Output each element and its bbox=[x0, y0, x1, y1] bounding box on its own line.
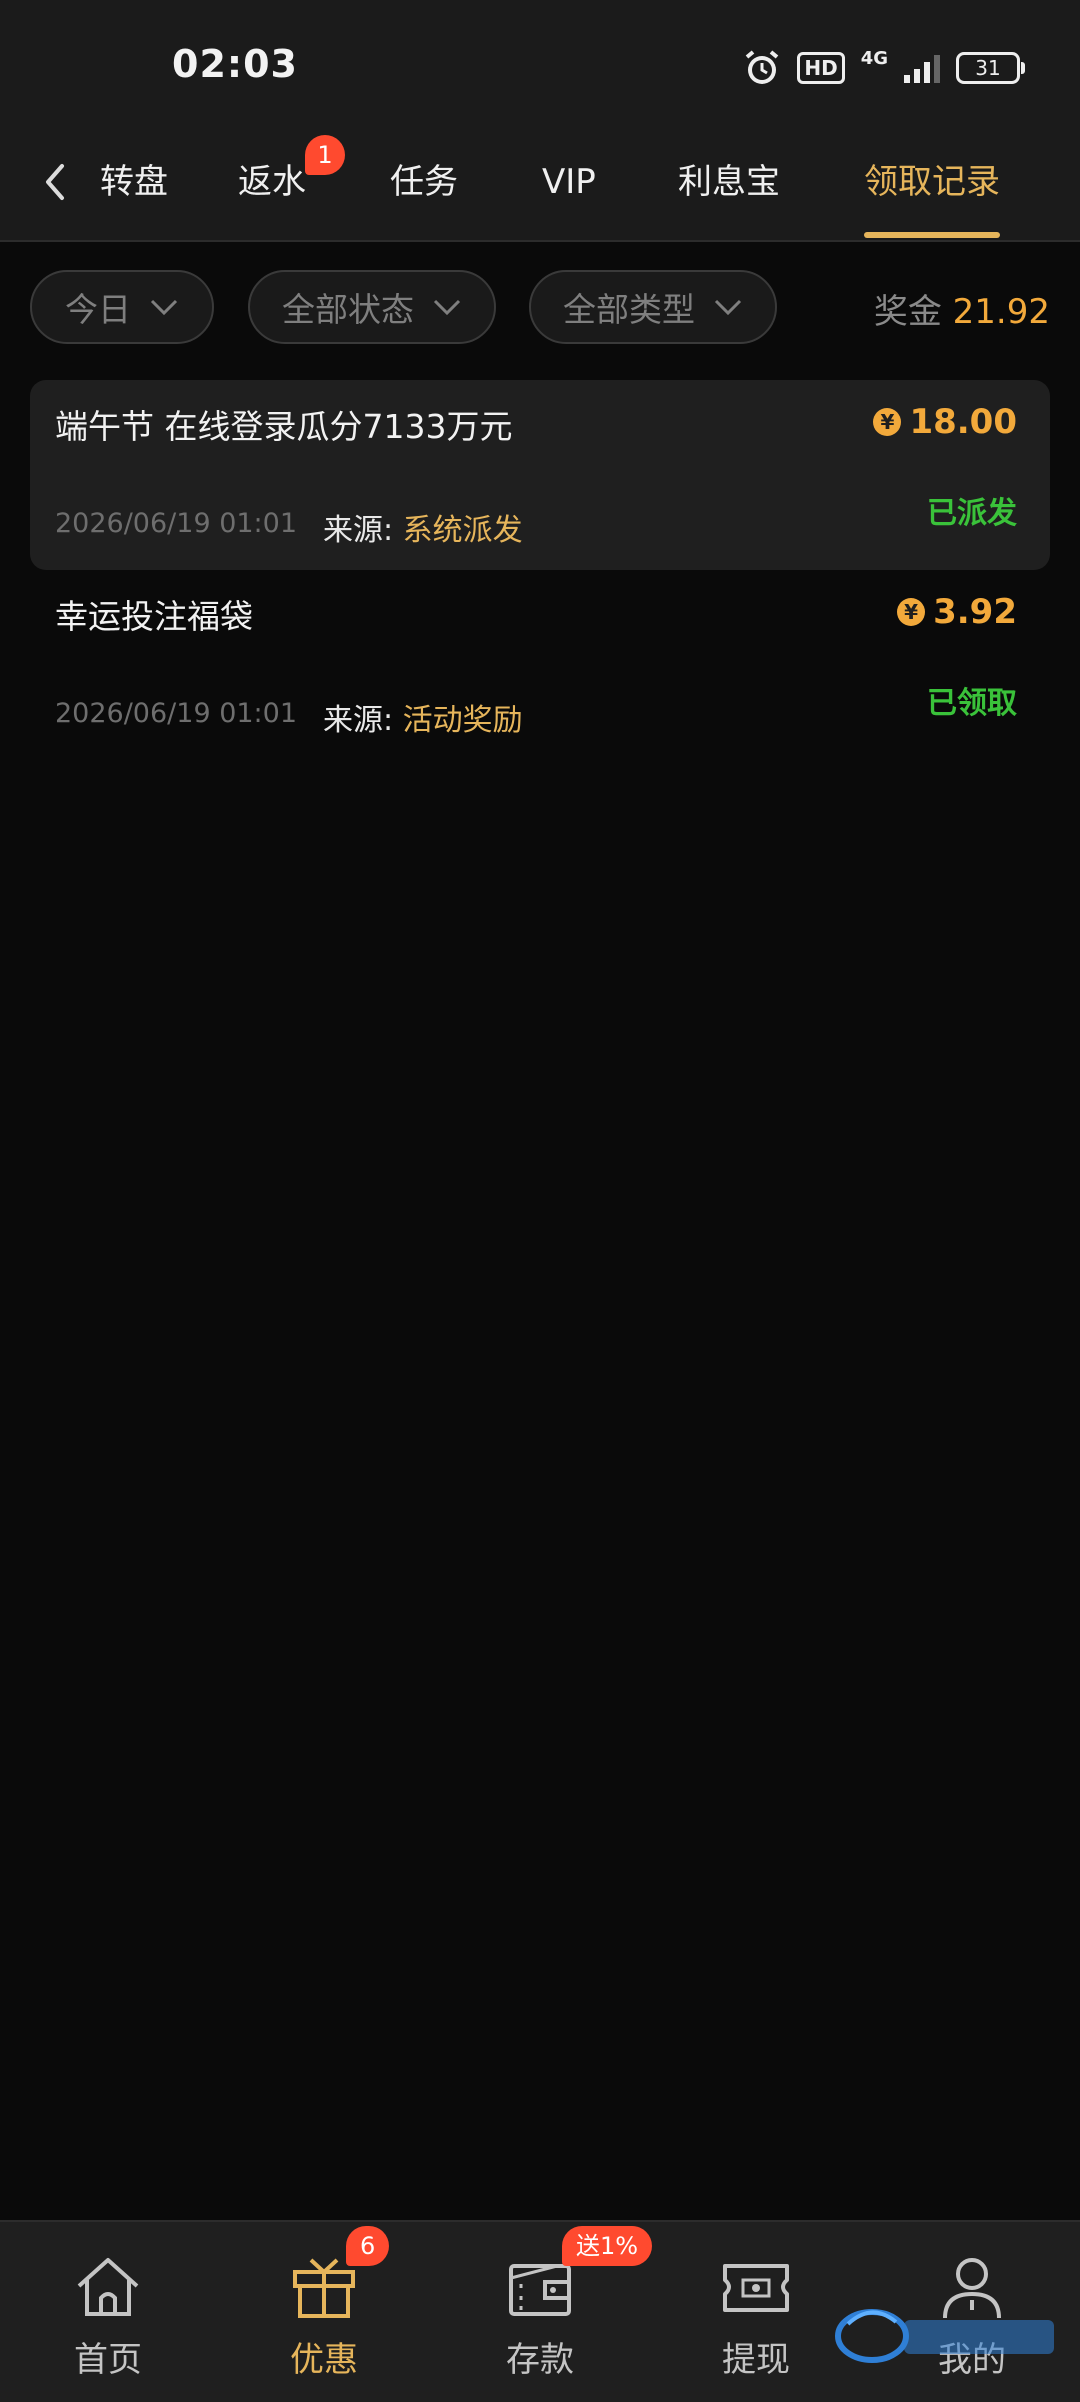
record-datetime: 2026/06/19 01:01 bbox=[55, 698, 298, 729]
nav-label: 首页 bbox=[74, 2340, 142, 2380]
status-time: 02:03 bbox=[172, 42, 298, 86]
chevron-down-icon bbox=[433, 299, 461, 316]
record-source-label: 来源: bbox=[323, 703, 394, 738]
tab-label: 任务 bbox=[390, 162, 458, 202]
tab-label: 利息宝 bbox=[678, 162, 780, 202]
alarm-icon bbox=[746, 50, 779, 84]
tab-label: VIP bbox=[542, 162, 596, 202]
record-source-label: 来源: bbox=[323, 513, 394, 548]
nav-label: 优惠 bbox=[290, 2340, 358, 2380]
signal-icon bbox=[904, 53, 940, 83]
status-bar: 02:03 HD 4G 31 bbox=[0, 0, 1080, 130]
status-icons: HD 4G 31 bbox=[743, 46, 1025, 90]
nav-label: 存款 bbox=[506, 2340, 574, 2380]
tab-rebate[interactable]: 返水 bbox=[238, 130, 306, 238]
ticket-icon bbox=[723, 2264, 789, 2312]
record-amount-value: 18.00 bbox=[909, 402, 1017, 442]
bonus-value: 21.92 bbox=[952, 292, 1050, 332]
tabs-bar: 转盘 返水 1 任务 VIP 利息宝 领取记录 bbox=[0, 130, 1080, 242]
nav-label: 提现 bbox=[722, 2340, 790, 2380]
hd-badge: HD bbox=[797, 52, 845, 84]
chevron-down-icon bbox=[714, 299, 742, 316]
status-filter-label: 全部状态 bbox=[282, 290, 414, 329]
nav-promotions[interactable]: 优惠 6 bbox=[216, 2222, 432, 2402]
back-icon[interactable] bbox=[30, 152, 80, 212]
record-status: 已领取 bbox=[927, 686, 1017, 721]
record-source: 来源: 活动奖励 bbox=[323, 695, 523, 739]
battery-level: 31 bbox=[975, 56, 1001, 80]
type-filter[interactable]: 全部类型 bbox=[529, 270, 777, 344]
record-amount: ¥ 3.92 bbox=[897, 592, 1017, 632]
chevron-down-icon bbox=[150, 299, 178, 316]
tab-label: 领取记录 bbox=[864, 162, 1000, 202]
tab-rebate-badge: 1 bbox=[305, 135, 345, 175]
battery-icon: 31 bbox=[956, 52, 1025, 84]
status-filter[interactable]: 全部状态 bbox=[248, 270, 496, 344]
nav-home[interactable]: 首页 bbox=[0, 2222, 216, 2402]
date-filter[interactable]: 今日 bbox=[30, 270, 214, 344]
home-icon bbox=[77, 2258, 139, 2316]
tab-interest[interactable]: 利息宝 bbox=[678, 130, 780, 238]
bonus-total: 奖金 21.92 bbox=[874, 284, 1050, 333]
filter-row: 今日 全部状态 全部类型 奖金 21.92 bbox=[0, 270, 1080, 348]
nav-deposit[interactable]: 存款 送1% bbox=[432, 2222, 653, 2402]
nav-withdraw[interactable]: 提现 bbox=[648, 2222, 864, 2402]
record-source: 来源: 系统派发 bbox=[323, 505, 523, 549]
type-filter-label: 全部类型 bbox=[563, 290, 695, 329]
record-source-value: 活动奖励 bbox=[402, 703, 523, 738]
coin-icon: ¥ bbox=[897, 598, 926, 626]
nav-deposit-badge: 送1% bbox=[562, 2226, 653, 2266]
tab-label: 返水 bbox=[238, 162, 306, 202]
tab-turntable[interactable]: 转盘 bbox=[100, 130, 168, 238]
record-title: 幸运投注福袋 bbox=[55, 597, 253, 636]
nav-promotions-badge: 6 bbox=[346, 2226, 390, 2266]
tab-tasks[interactable]: 任务 bbox=[390, 130, 458, 238]
record-datetime: 2026/06/19 01:01 bbox=[55, 508, 298, 539]
record-item[interactable]: 幸运投注福袋 ¥ 3.92 已领取 2026/06/19 01:01 来源: 活… bbox=[30, 570, 1050, 760]
bottom-nav: 首页 优惠 6 存款 送1% 提现 我的 bbox=[0, 2220, 1080, 2402]
tab-label: 转盘 bbox=[100, 162, 168, 202]
tab-claim-records[interactable]: 领取记录 bbox=[864, 130, 1000, 238]
bonus-label: 奖金 bbox=[873, 292, 942, 332]
record-amount-value: 3.92 bbox=[933, 592, 1017, 632]
tab-vip[interactable]: VIP bbox=[542, 130, 596, 238]
record-amount: ¥ 18.00 bbox=[873, 402, 1017, 442]
record-item[interactable]: 端午节 在线登录瓜分7133万元 ¥ 18.00 已派发 2026/06/19 … bbox=[30, 380, 1050, 570]
network-label: 4G bbox=[860, 47, 888, 69]
record-title: 端午节 在线登录瓜分7133万元 bbox=[55, 407, 513, 446]
tab-active-indicator bbox=[864, 232, 1000, 238]
coin-icon: ¥ bbox=[873, 408, 902, 436]
watermark-logo bbox=[835, 2309, 1054, 2363]
record-status: 已派发 bbox=[927, 496, 1017, 531]
date-filter-label: 今日 bbox=[65, 290, 131, 329]
record-source-value: 系统派发 bbox=[402, 513, 523, 548]
